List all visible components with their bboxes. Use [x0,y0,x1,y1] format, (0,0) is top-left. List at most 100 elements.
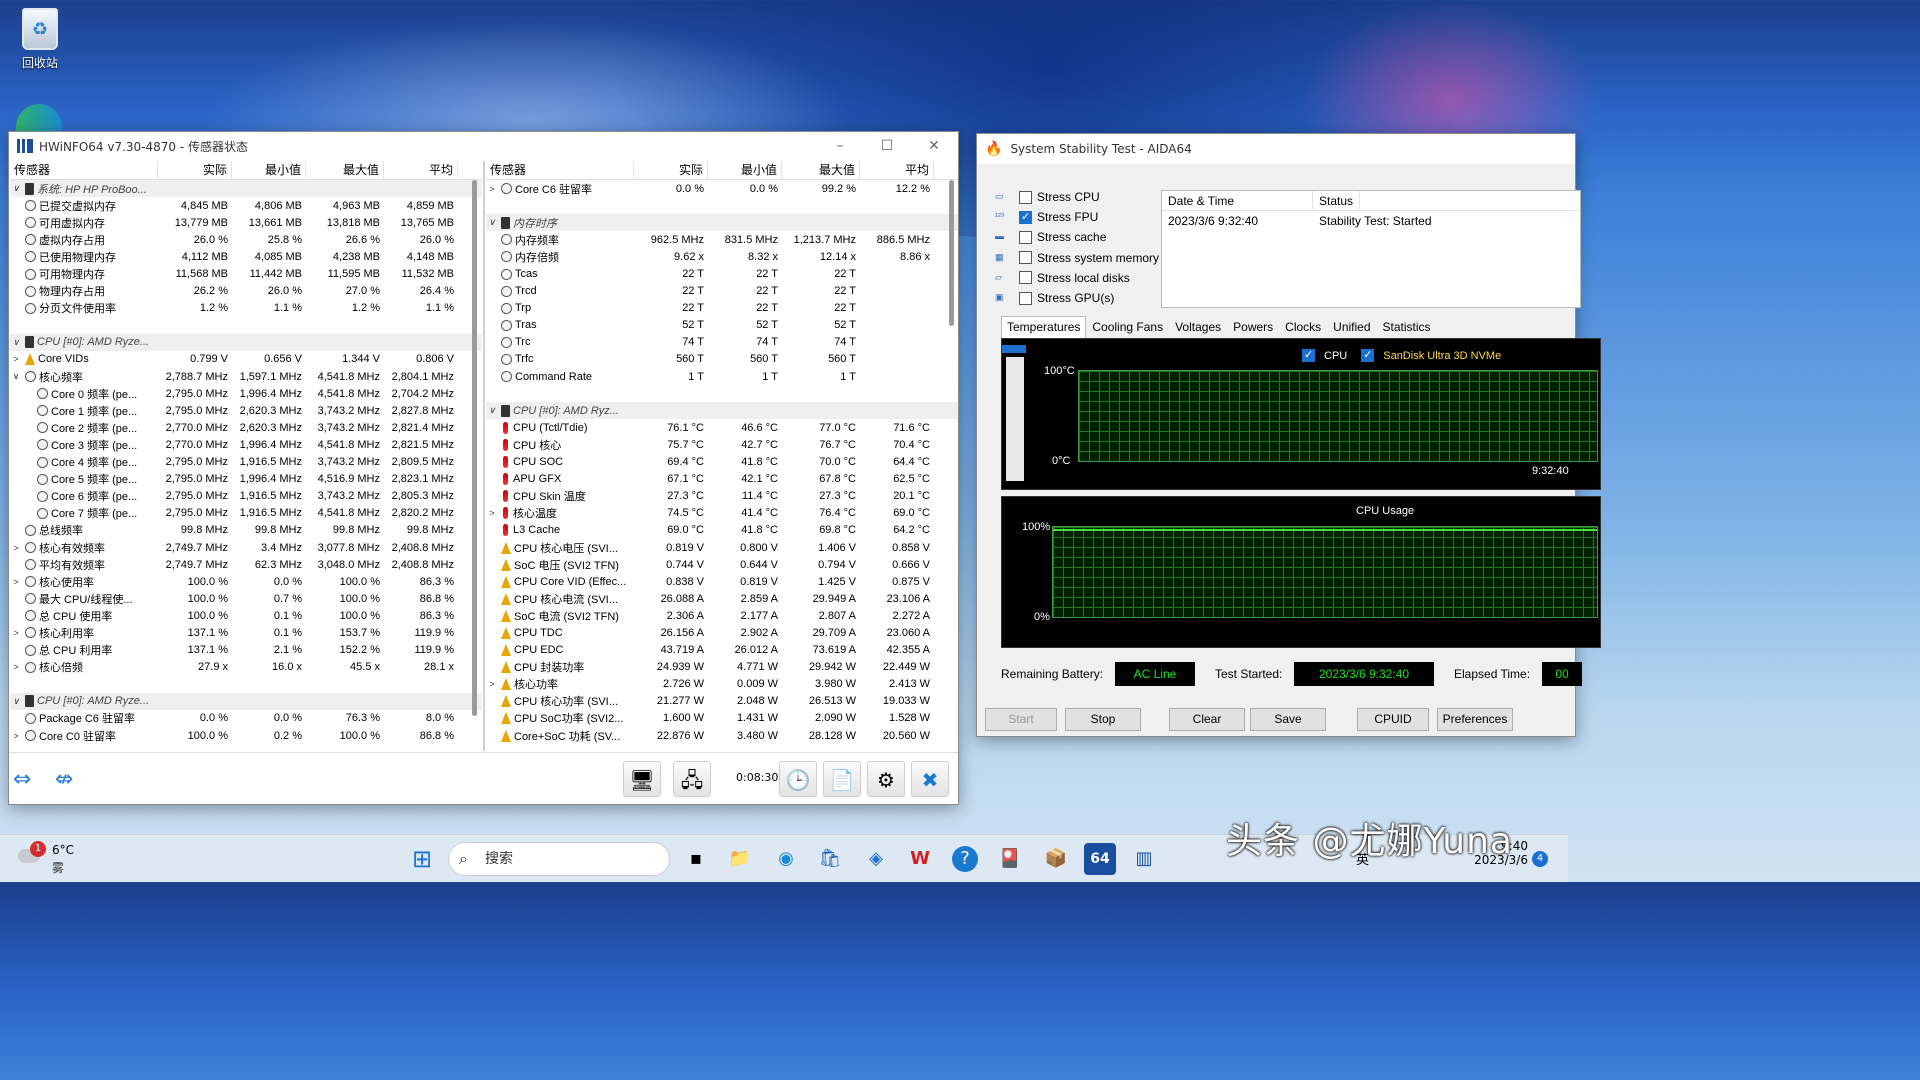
help-icon[interactable]: ? [952,846,978,872]
tab-voltages[interactable]: Voltages [1169,316,1227,338]
hwinfo-titlebar[interactable]: HWiNFO64 v7.30-4870 - 传感器状态 [9,132,958,160]
file-explorer-icon[interactable]: 📁 [724,843,756,875]
sensor-row[interactable]: > 核心有效频率 2,749.7 MHz 3.4 MHz 3,077.8 MHz 2,40… [10,539,482,556]
sensor-row[interactable]: L3 Cache 69.0 °C 41.8 °C 69.8 °C 64.2 °C [486,522,958,539]
sensor-row[interactable]: CPU Skin 温度 27.3 °C 11.4 °C 27.3 °C 20.1 °C [486,488,958,505]
sensor-row[interactable]: Command Rate 1 T 1 T 1 T [486,368,958,385]
expand-toggle-icon[interactable]: ∨ [10,696,22,707]
stress-checkbox[interactable] [1019,190,1032,204]
sensor-row[interactable]: Package C6 驻留率 0.0 % 0.0 % 76.3 % 8.0 % [10,710,482,727]
sensor-row[interactable]: CPU 核心电流 (SVI... 26.088 A 2.859 A 29.949 A 2… [486,590,958,607]
expand-toggle-icon[interactable]: > [10,577,22,587]
tab-clocks[interactable]: Clocks [1279,316,1327,338]
sensor-pane-right[interactable]: 传感器 实际 最小值 最大值 平均 > Core C6 驻留率 0.0 % 0.0 % 99.2… [486,161,958,749]
expand-toggle-icon[interactable]: ∨ [486,217,498,228]
sensor-row[interactable]: Core 2 频率 (pe... 2,770.0 MHz 2,620.3 MHz 3,… [10,419,482,436]
tab-unified[interactable]: Unified [1327,316,1376,338]
app-icon-a[interactable]: ◈ [860,843,892,875]
minimize-button[interactable]: – [817,132,863,160]
sensor-row[interactable]: CPU SoC功率 (SVI2... 1.600 W 1.431 W 2.090 W 1… [486,710,958,727]
expand-toggle-icon[interactable]: > [10,354,22,364]
sensor-row[interactable]: > 核心倍频 27.9 x 16.0 x 45.5 x 28.1 x [10,659,482,676]
collapse-arrows-icon[interactable]: ⇎ [55,767,73,792]
legend-cpu-checkbox[interactable] [1302,348,1315,362]
package-icon[interactable]: 📦 [1040,843,1072,875]
sensor-row[interactable]: Core 4 频率 (pe... 2,795.0 MHz 1,916.5 MHz 3,… [10,454,482,471]
aida-titlebar[interactable]: 🔥 System Stability Test - AIDA64 [977,134,1575,164]
expand-toggle-icon[interactable]: > [10,662,22,672]
preferences-button[interactable]: Preferences [1437,708,1513,731]
stress-option[interactable]: ▱ Stress local disks [995,269,1130,287]
sensor-row[interactable]: 最大 CPU/线程使... 100.0 % 0.7 % 100.0 % 86.8 % [10,590,482,607]
save-button[interactable]: Save [1250,708,1326,731]
maximize-button[interactable]: ☐ [864,132,910,160]
sensor-row[interactable]: 分页文件使用率 1.2 % 1.1 % 1.2 % 1.1 % [10,300,482,317]
sensor-row[interactable]: Trcd 22 T 22 T 22 T [486,283,958,300]
col-header[interactable]: 最大值 [306,161,384,179]
sensor-row[interactable]: > 核心功率 2.726 W 0.009 W 3.980 W 2.413 W [486,676,958,693]
sensor-row[interactable]: CPU TDC 26.156 A 2.902 A 29.709 A 23.060 A [486,624,958,641]
stress-checkbox[interactable] [1019,210,1032,224]
recycle-bin[interactable]: 回收站 [12,8,68,71]
wps-icon[interactable]: W [904,843,936,875]
sensor-row[interactable]: CPU SOC 69.4 °C 41.8 °C 70.0 °C 64.4 °C [486,454,958,471]
sensor-row[interactable]: 平均有效频率 2,749.7 MHz 62.3 MHz 3,048.0 MHz 2,40… [10,556,482,573]
sensor-row[interactable]: APU GFX 67.1 °C 42.1 °C 67.8 °C 62.5 °C [486,471,958,488]
sensor-row[interactable]: 总线频率 99.8 MHz 99.8 MHz 99.8 MHz 99.8 MHz [10,522,482,539]
sensor-group[interactable]: ∨ CPU [#0]: AMD Ryze... [10,692,482,710]
sensor-row[interactable]: CPU 核心功率 (SVI... 21.277 W 2.048 W 26.513 W 1… [486,693,958,710]
sensor-row[interactable]: Core 6 频率 (pe... 2,795.0 MHz 1,916.5 MHz 3,… [10,488,482,505]
expand-toggle-icon[interactable]: ∨ [10,337,22,348]
col-header[interactable]: 实际 [634,161,708,179]
expand-toggle-icon[interactable]: > [486,679,498,689]
stress-checkbox[interactable] [1019,251,1032,265]
sensor-row[interactable]: 物理内存占用 26.2 % 26.0 % 27.0 % 26.4 % [10,283,482,300]
task-view-icon[interactable]: ▪ [680,843,712,875]
sensor-row[interactable]: CPU 封装功率 24.939 W 4.771 W 29.942 W 22.449 W [486,659,958,676]
sensor-row[interactable]: SoC 电压 (SVI2 TFN) 0.744 V 0.644 V 0.794 V 0.… [486,556,958,573]
tab-statistics[interactable]: Statistics [1377,316,1437,338]
notification-badge[interactable]: 4 [1532,851,1548,867]
sensor-row[interactable]: CPU 核心 75.7 °C 42.7 °C 76.7 °C 70.4 °C [486,436,958,453]
sensor-row[interactable]: ∨ 核心频率 2,788.7 MHz 1,597.1 MHz 4,541.8 MHz 2,… [10,368,482,385]
sensor-row[interactable]: 内存频率 962.5 MHz 831.5 MHz 1,213.7 MHz 886.5 M… [486,231,958,248]
sensor-row[interactable]: Core+SoC 功耗 (SV... 22.876 W 3.480 W 28.128 … [486,727,958,744]
close-button[interactable]: ✕ [911,132,957,160]
expand-arrows-icon[interactable]: ⇔ [13,767,31,792]
sensor-group[interactable]: ∨ 内存时序 [486,214,958,232]
monitor-button[interactable]: 🖥 [623,761,661,797]
cpuid-button[interactable]: CPUID [1357,708,1429,731]
sensor-row[interactable]: 可用虚拟内存 13,779 MB 13,661 MB 13,818 MB 13,765 … [10,214,482,231]
sensor-row[interactable]: 总 CPU 使用率 100.0 % 0.1 % 100.0 % 86.3 % [10,607,482,624]
sensor-row[interactable]: SoC 电流 (SVI2 TFN) 2.306 A 2.177 A 2.807 A 2.… [486,607,958,624]
sensor-row[interactable]: CPU EDC 43.719 A 26.012 A 73.619 A 42.355 A [486,642,958,659]
sensor-row[interactable]: > 核心利用率 137.1 % 0.1 % 153.7 % 119.9 % [10,624,482,641]
start-menu-button[interactable]: ⊞ [406,843,438,875]
graph-scroll-indicator[interactable] [1002,345,1026,353]
sensor-row[interactable]: CPU Core VID (Effec... 0.838 V 0.819 V 1.42… [486,573,958,590]
sensor-row[interactable]: 总 CPU 利用率 137.1 % 2.1 % 152.2 % 119.9 % [10,642,482,659]
legend-disk-checkbox[interactable] [1361,348,1375,362]
network-button[interactable]: 🖧 [673,761,711,797]
col-header[interactable]: 最大值 [782,161,860,179]
sensor-row[interactable]: Trp 22 T 22 T 22 T [486,300,958,317]
clear-button[interactable]: Clear [1169,708,1245,731]
col-header[interactable]: 平均 [860,161,934,179]
expand-toggle-icon[interactable]: ∨ [486,405,498,416]
sensor-row[interactable]: 虚拟内存占用 26.0 % 25.8 % 26.6 % 26.0 % [10,231,482,248]
tab-temperatures[interactable]: Temperatures [1001,316,1087,338]
edge-desktop-icon[interactable] [16,104,62,134]
col-header[interactable]: 平均 [384,161,458,179]
stress-option[interactable]: ▣ Stress GPU(s) [995,289,1114,307]
sensor-group[interactable]: ∨ CPU [#0]: AMD Ryz... [486,402,958,420]
sensor-row[interactable]: 已使用物理内存 4,112 MB 4,085 MB 4,238 MB 4,148 MB [10,248,482,265]
stop-button[interactable]: Stop [1065,708,1141,731]
clock-button[interactable]: 🕒 [779,761,817,797]
store-icon[interactable]: 🛍 [814,843,846,875]
tab-cooling-fans[interactable]: Cooling Fans [1086,316,1169,338]
sensor-group[interactable]: ∨ CPU [#0]: AMD Ryze... [10,333,482,351]
sensor-row[interactable]: Tcas 22 T 22 T 22 T [486,265,958,282]
game-icon[interactable]: 🎴 [994,843,1026,875]
settings-button[interactable]: ⚙ [867,761,905,797]
col-header[interactable]: 最小值 [708,161,782,179]
